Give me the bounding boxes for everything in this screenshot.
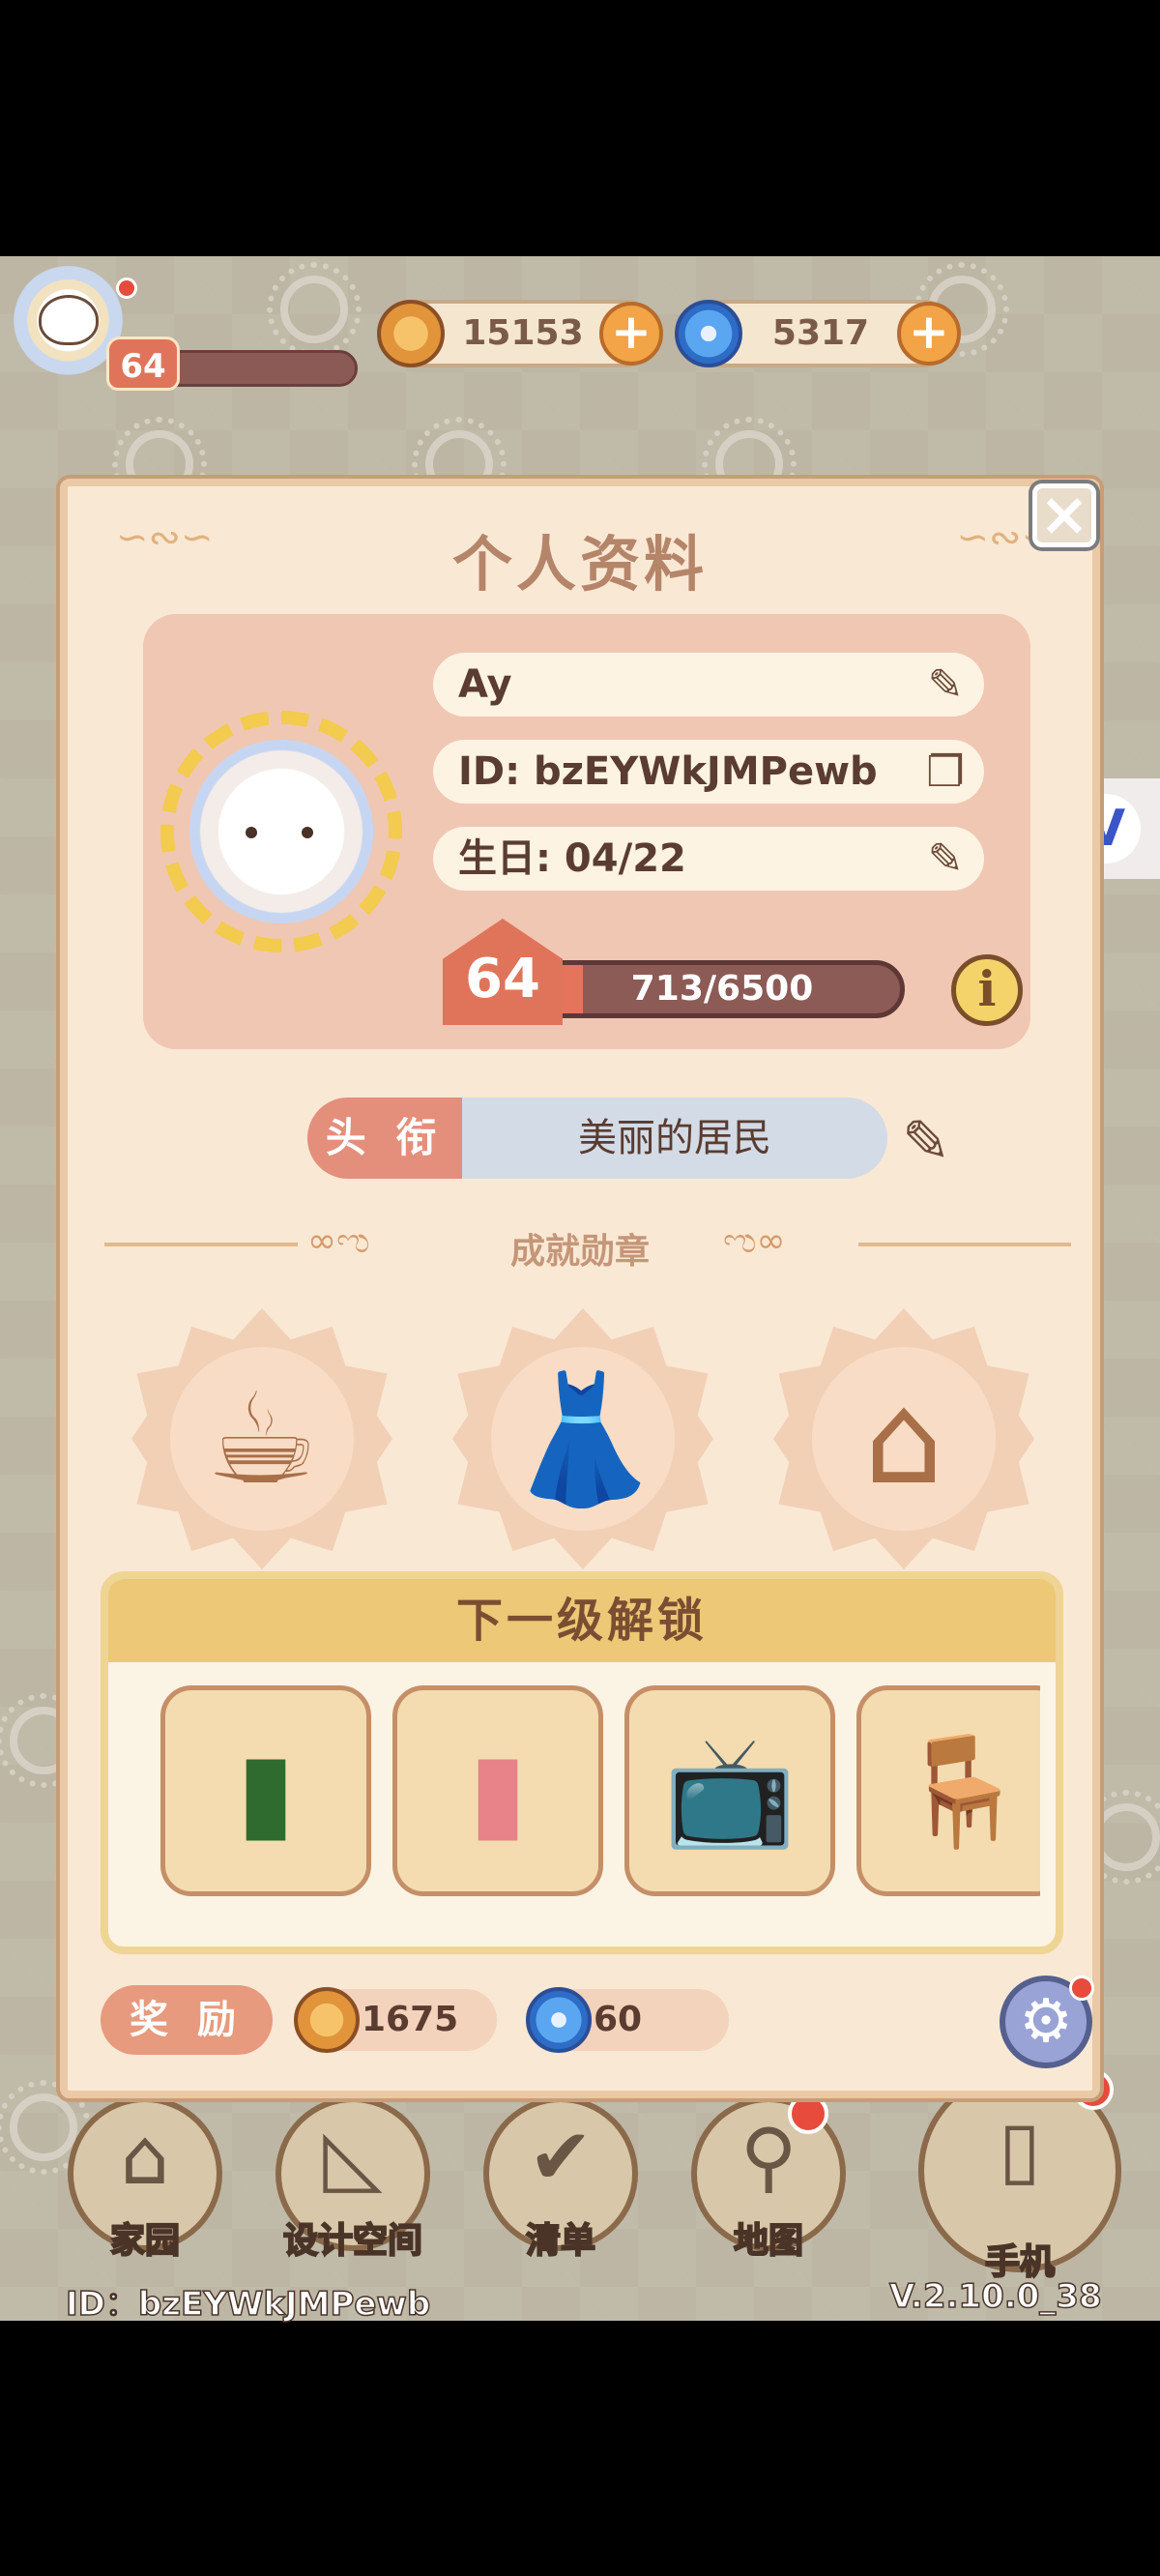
footer-version: V.2.10.0_38 — [888, 2276, 1102, 2317]
dress-icon: 👗 — [505, 1365, 661, 1512]
reward-row: 奖 励 1675 60 ⚙ — [101, 1976, 1094, 2068]
house-key-medal[interactable]: ⌂ — [773, 1308, 1034, 1569]
edit-birthday-pencil-icon[interactable]: ✎ — [918, 833, 972, 887]
xp-bar: 713/6500 — [539, 960, 905, 1018]
nav-map-label: 地图 — [733, 2220, 804, 2262]
xp-text: 713/6500 — [630, 969, 814, 1009]
checklist-icon: ✔ — [528, 2112, 594, 2202]
add-gems-button[interactable]: + — [897, 302, 961, 366]
phone-icon: ▯ — [998, 2104, 1042, 2194]
title-row: 头 衔 美丽的居民 ✎ — [307, 1098, 950, 1179]
level-number: 64 — [465, 948, 540, 1010]
player-id: ID: bzEYWkJMPewb — [458, 749, 878, 794]
hud-level-badge: 64 — [106, 337, 180, 391]
nav-home-label: 家园 — [109, 2220, 181, 2262]
title-value: 美丽的居民 — [462, 1098, 887, 1179]
settings-notification-dot — [1069, 1976, 1094, 2001]
unlock-item-retro-tv[interactable]: 📺 — [624, 1685, 835, 1896]
edit-name-pencil-icon[interactable]: ✎ — [918, 659, 972, 713]
unlock-item-white-chair[interactable]: 🪑 — [856, 1685, 1040, 1896]
house-key-icon: ⌂ — [863, 1365, 944, 1512]
panel-title: 个人资料 — [451, 529, 708, 600]
house-icon: ⌂ — [120, 2112, 170, 2202]
reward-gems-value: 60 — [594, 2000, 643, 2039]
reward-coins: 1675 — [294, 1987, 497, 2053]
reward-gems: 60 — [526, 1987, 729, 2053]
settings-gear-button[interactable]: ⚙ — [1000, 1976, 1094, 2068]
hud-xp-bar — [164, 350, 358, 387]
id-field: ID: bzEYWkJMPewb ❐ — [433, 740, 984, 804]
coffee-cup-icon: ☕ — [205, 1365, 319, 1512]
level-badge: 64 — [443, 919, 563, 1025]
map-notification-dot — [788, 2093, 828, 2134]
close-button[interactable]: × — [1032, 483, 1096, 547]
player-birthday: 生日: 04/22 — [458, 836, 686, 881]
coin-icon — [377, 300, 445, 367]
gem-icon — [526, 1987, 592, 2053]
ramune-bottle-icon: ▮ — [468, 1729, 528, 1853]
birthday-field: 生日: 04/22 ✎ — [433, 827, 984, 891]
title-label: 头 衔 — [307, 1098, 462, 1179]
unlock-item-green-bottle[interactable]: ▮ — [160, 1685, 371, 1896]
unlock-items-list[interactable]: ▮ ▮ 📺 🪑 — [160, 1685, 1040, 1908]
name-field: Ay ✎ — [433, 653, 984, 717]
gem-icon — [675, 300, 742, 367]
nav-design-label: 设计空间 — [282, 2220, 423, 2262]
tv-icon: 📺 — [663, 1729, 797, 1853]
ruler-icon: ◺ — [323, 2112, 383, 2202]
unlock-item-ramune-bottle[interactable]: ▮ — [392, 1685, 603, 1896]
chair-icon: 🪑 — [895, 1729, 1029, 1853]
coin-value: 15153 — [462, 313, 584, 353]
profile-avatar[interactable] — [160, 711, 402, 952]
unlock-header: 下一级解锁 — [108, 1579, 1056, 1662]
level-info-button[interactable]: i — [951, 954, 1023, 1026]
copy-id-icon[interactable]: ❐ — [918, 746, 972, 800]
achievements-label: 成就勋章 — [509, 1232, 650, 1272]
nav-list-label: 清单 — [525, 2220, 596, 2262]
latte-medal[interactable]: ☕ — [131, 1308, 392, 1569]
outfit-medal[interactable]: 👗 — [452, 1308, 713, 1569]
profile-card: Ay ✎ ID: bzEYWkJMPewb ❐ 生日: 04/22 ✎ 713/… — [143, 614, 1030, 1049]
reward-coins-value: 1675 — [362, 2000, 459, 2039]
player-name: Ay — [458, 662, 512, 707]
bottle-icon: ▮ — [236, 1729, 296, 1853]
reward-label: 奖 励 — [101, 1985, 273, 2055]
edit-title-pencil-icon[interactable]: ✎ — [887, 1103, 965, 1181]
coin-icon — [294, 1987, 360, 2053]
footer-player-id: ID：bzEYWkJMPewb — [65, 2284, 431, 2325]
gem-value: 5317 — [771, 313, 870, 353]
profile-panel: ∽∾∽ ∽∾∽ 个人资料 Ay ✎ ID: bzEYWkJMPewb ❐ 生日:… — [60, 479, 1100, 2098]
next-level-unlock: 下一级解锁 ▮ ▮ 📺 🪑 — [101, 1571, 1063, 1954]
gem-counter: 5317 + — [675, 300, 961, 367]
coin-counter: 15153 + — [377, 300, 663, 367]
notification-dot — [116, 278, 137, 299]
add-coins-button[interactable]: + — [599, 302, 663, 366]
